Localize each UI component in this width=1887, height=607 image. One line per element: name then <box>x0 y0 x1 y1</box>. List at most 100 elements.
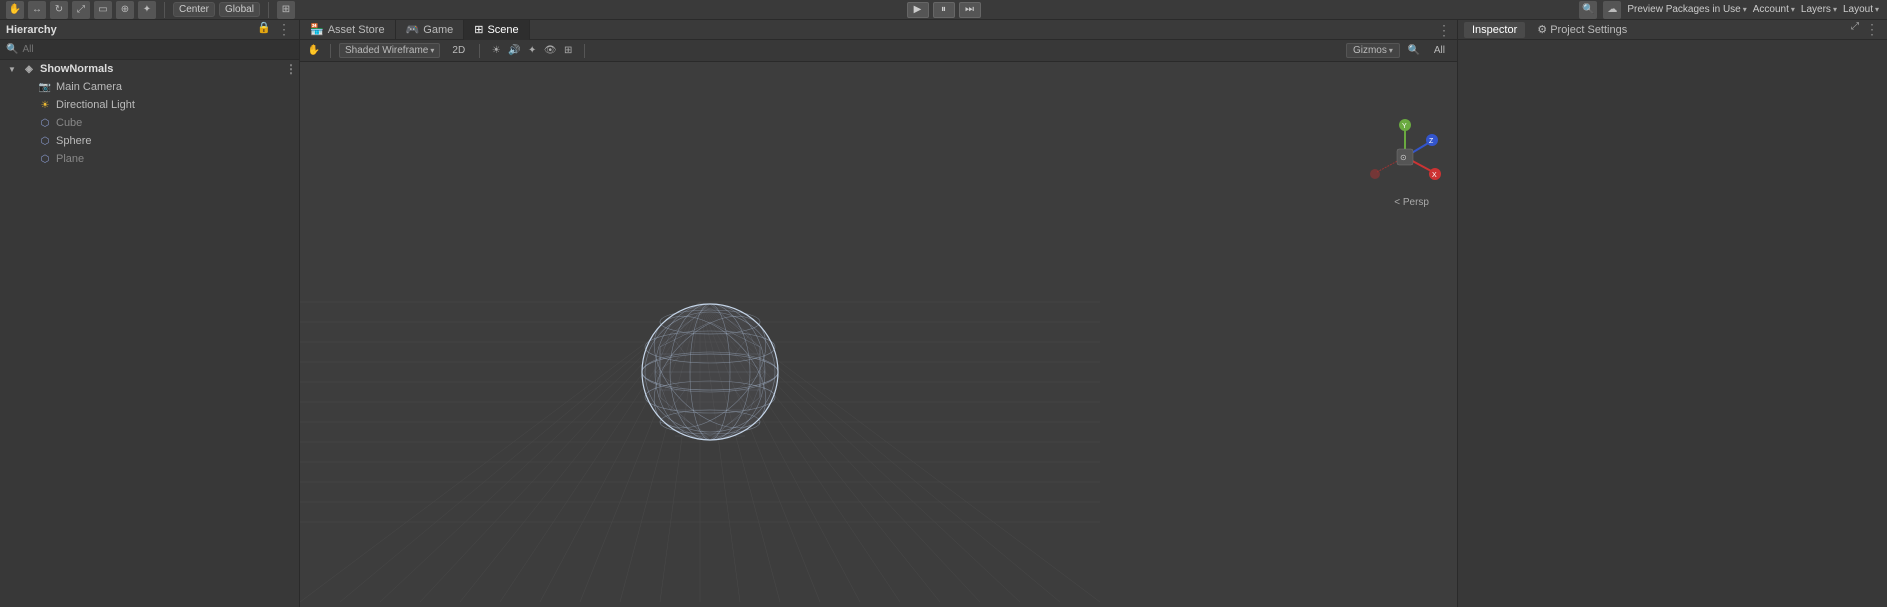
search-icon: 🔍 <box>6 44 18 55</box>
hierarchy-item-plane[interactable]: ⬡ Plane <box>0 150 299 168</box>
fx-icon[interactable]: ✦ <box>524 43 540 59</box>
scene-visibility-icon[interactable]: 👁 <box>542 43 558 59</box>
tab-game-label: Game <box>423 24 453 36</box>
play-button[interactable]: ▶ <box>907 2 929 18</box>
shading-mode-arrow: ▾ <box>430 46 434 55</box>
gizmos-dropdown[interactable]: Gizmos ▾ <box>1346 43 1400 58</box>
grid-scene-icon[interactable]: ⊞ <box>560 43 576 59</box>
asset-store-icon: 🏪 <box>310 23 324 36</box>
step-button[interactable]: ⏭ <box>959 2 981 18</box>
svg-text:Z: Z <box>1429 138 1434 145</box>
layers-button[interactable]: Layers ▾ <box>1801 4 1837 15</box>
hierarchy-menu-icon[interactable]: ⋮ <box>275 21 293 38</box>
scene-tabs-menu[interactable]: ⋮ <box>1431 20 1457 40</box>
toolbar-right: 🔍 ☁ Preview Packages in Use ▾ Account ▾ … <box>1579 1 1887 19</box>
move-tool-icon[interactable]: ↔ <box>28 1 46 19</box>
hierarchy-item-main-camera[interactable]: 📷 Main Camera <box>0 78 299 96</box>
scene-content[interactable]: Y X Z ⊙ < <box>300 62 1457 607</box>
scene-tab-icon: ⊞ <box>474 23 483 36</box>
directional-light-icon: ☀ <box>38 98 52 112</box>
preview-packages-button[interactable]: Preview Packages in Use ▾ <box>1627 4 1746 15</box>
hierarchy-item-directional-light[interactable]: ☀ Directional Light <box>0 96 299 114</box>
pause-button[interactable]: ⏸ <box>933 2 955 18</box>
toolbar-left: ✋ ↔ ↻ ⤢ ▭ ⊕ ✦ Center Global ⊞ <box>0 1 301 19</box>
grid-icon[interactable]: ⊞ <box>277 1 295 19</box>
rotate-tool-icon[interactable]: ↻ <box>50 1 68 19</box>
audio-icon[interactable]: 🔊 <box>506 43 522 59</box>
playback-controls: ▶ ⏸ ⏭ <box>907 2 981 18</box>
main-layout: Hierarchy 🔒 ⋮ 🔍 ▼ ◈ ShowNormals ⋮ 📷 Main <box>0 20 1887 607</box>
layers-arrow: ▾ <box>1833 5 1837 14</box>
2d-mode-button[interactable]: 2D <box>446 43 471 58</box>
project-settings-label: Project Settings <box>1550 24 1627 36</box>
center-toggle[interactable]: Center <box>173 2 215 17</box>
tab-scene[interactable]: ⊞ Scene <box>464 20 529 40</box>
rect-tool-icon[interactable]: ▭ <box>94 1 112 19</box>
inspector-content <box>1458 40 1887 607</box>
game-icon: 🎮 <box>406 23 420 36</box>
hierarchy-lock-icon[interactable]: 🔒 <box>257 21 271 38</box>
tab-asset-store-label: Asset Store <box>328 24 385 36</box>
scene-icon-shownormals: ◈ <box>22 62 36 76</box>
shownormals-menu[interactable]: ⋮ <box>283 62 299 76</box>
cube-icon: ⬡ <box>38 116 52 130</box>
all-filter-btn[interactable]: All <box>1428 43 1451 58</box>
cloud-icon[interactable]: ☁ <box>1603 1 1621 19</box>
plane-icon: ⬡ <box>38 152 52 166</box>
custom-tool-icon[interactable]: ✦ <box>138 1 156 19</box>
gizmos-label: Gizmos <box>1353 45 1387 56</box>
scale-tool-icon[interactable]: ⤢ <box>72 1 90 19</box>
right-panel-tabs: Inspector ⚙ Project Settings <box>1464 21 1635 38</box>
hierarchy-label-sphere: Sphere <box>56 135 91 147</box>
scene-view: 🏪 Asset Store 🎮 Game ⊞ Scene ⋮ ✋ Shaded … <box>300 20 1457 607</box>
gizmos-arrow: ▾ <box>1389 46 1393 55</box>
hand-scene-icon[interactable]: ✋ <box>306 43 322 59</box>
account-button[interactable]: Account ▾ <box>1753 4 1795 15</box>
hierarchy-item-cube[interactable]: ⬡ Cube <box>0 114 299 132</box>
layout-arrow: ▾ <box>1875 5 1879 14</box>
hierarchy-label-main-camera: Main Camera <box>56 81 122 93</box>
hand-tool-icon[interactable]: ✋ <box>6 1 24 19</box>
scene-view-options: ☀ 🔊 ✦ 👁 ⊞ <box>488 43 576 59</box>
shading-mode-label: Shaded Wireframe <box>345 45 428 56</box>
svg-text:⊙: ⊙ <box>1400 153 1407 162</box>
right-panel-menu[interactable]: ⋮ <box>1863 21 1881 38</box>
scene-tabs-bar: 🏪 Asset Store 🎮 Game ⊞ Scene ⋮ <box>300 20 1457 40</box>
top-toolbar: ✋ ↔ ↻ ⤢ ▭ ⊕ ✦ Center Global ⊞ ▶ ⏸ ⏭ 🔍 ☁ <box>0 0 1887 20</box>
lighting-icon[interactable]: ☀ <box>488 43 504 59</box>
hierarchy-label-directional-light: Directional Light <box>56 99 135 111</box>
project-settings-icon: ⚙ <box>1537 24 1547 36</box>
separator-1 <box>164 2 165 18</box>
tree-expand-shownormals: ▼ <box>8 65 18 74</box>
tab-game[interactable]: 🎮 Game <box>396 20 465 40</box>
right-panel-maximize: ⤢ ⋮ <box>1851 21 1881 38</box>
search-scene-icon[interactable]: 🔍 <box>1406 43 1422 59</box>
hierarchy-item-sphere[interactable]: ⬡ Sphere <box>0 132 299 150</box>
camera-icon: 📷 <box>38 80 52 94</box>
hierarchy-label-shownormals: ShowNormals <box>40 63 113 75</box>
hierarchy-label-plane: Plane <box>56 153 84 165</box>
tab-scene-label: Scene <box>487 24 518 36</box>
hierarchy-header-icons: 🔒 ⋮ <box>257 21 293 38</box>
tab-inspector[interactable]: Inspector <box>1464 22 1525 38</box>
all-tool-icon[interactable]: ⊕ <box>116 1 134 19</box>
orientation-gizmo[interactable]: Y X Z ⊙ <box>1365 117 1445 197</box>
maximize-icon[interactable]: ⤢ <box>1851 21 1859 38</box>
hierarchy-item-shownormals[interactable]: ▼ ◈ ShowNormals ⋮ <box>0 60 299 78</box>
svg-text:Y: Y <box>1402 123 1407 130</box>
layout-button[interactable]: Layout ▾ <box>1843 4 1879 15</box>
tab-asset-store[interactable]: 🏪 Asset Store <box>300 20 396 40</box>
tab-project-settings[interactable]: ⚙ Project Settings <box>1529 21 1635 38</box>
svg-text:X: X <box>1432 172 1437 179</box>
scene-toolbar-sep2 <box>479 44 480 58</box>
hierarchy-search-input[interactable] <box>22 44 293 55</box>
search-icon[interactable]: 🔍 <box>1579 1 1597 19</box>
hierarchy-search-bar: 🔍 <box>0 40 299 60</box>
global-toggle[interactable]: Global <box>219 2 260 17</box>
shading-mode-dropdown[interactable]: Shaded Wireframe ▾ <box>339 43 440 58</box>
account-arrow: ▾ <box>1791 5 1795 14</box>
right-panel-header: Inspector ⚙ Project Settings ⤢ ⋮ <box>1458 20 1887 40</box>
right-panel: Inspector ⚙ Project Settings ⤢ ⋮ <box>1457 20 1887 607</box>
separator-2 <box>268 2 269 18</box>
perspective-label[interactable]: < Persp <box>1394 197 1429 208</box>
